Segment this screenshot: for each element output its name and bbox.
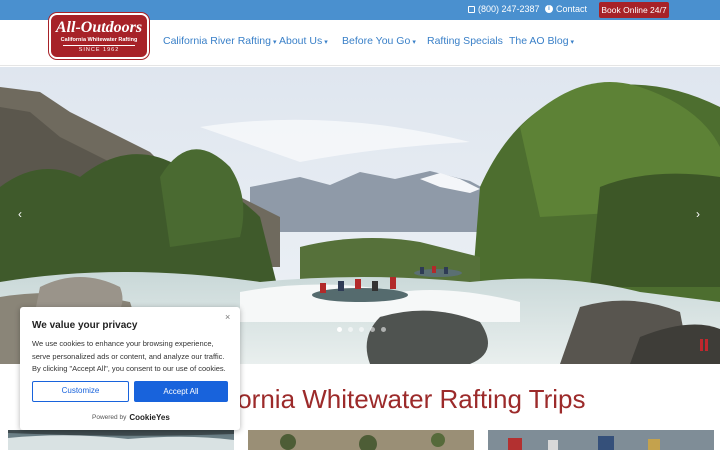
slide-dot[interactable]	[370, 327, 375, 332]
caret-down-icon: ▾	[570, 39, 575, 46]
cookie-consent-banner: × We value your privacy We use cookies t…	[20, 307, 240, 430]
slide-dot[interactable]	[337, 327, 342, 332]
trip-card-image	[8, 430, 234, 450]
phone-number: (800) 247-2387	[478, 4, 540, 14]
nav-item-label: Rafting Specials	[427, 35, 503, 47]
caret-down-icon: ▾	[272, 39, 277, 46]
trip-card-image	[488, 430, 714, 450]
contact-link[interactable]: i Contact	[545, 4, 587, 14]
cookie-description: We use cookies to enhance your browsing …	[32, 339, 226, 373]
phone-link[interactable]: (800) 247-2387	[468, 4, 540, 14]
caret-down-icon: ▾	[324, 39, 328, 46]
slide-dot[interactable]	[359, 327, 364, 332]
accept-all-button[interactable]: Accept All	[134, 381, 228, 402]
trip-card-image	[248, 430, 474, 450]
nav-item-ao-blog[interactable]: The AO Blog ▾	[509, 35, 574, 47]
logo-title: All-Outdoors	[55, 19, 143, 36]
trip-card[interactable]	[248, 430, 474, 450]
nav-item-about-us[interactable]: About Us ▾	[279, 35, 328, 47]
slide-dot[interactable]	[348, 327, 353, 332]
chevron-left-icon[interactable]: ‹	[18, 207, 22, 221]
nav-item-label: The AO Blog	[509, 35, 569, 47]
cookieyes-logo: CookieYes	[129, 413, 170, 422]
page: (800) 247-2387 i Contact Book Online 24/…	[0, 0, 720, 450]
chevron-right-icon[interactable]: ›	[696, 207, 700, 221]
trip-card[interactable]	[488, 430, 714, 450]
trip-card[interactable]	[8, 430, 234, 450]
powered-by[interactable]: Powered by CookieYes	[92, 413, 170, 422]
slide-dot[interactable]	[381, 327, 386, 332]
close-icon[interactable]: ×	[225, 312, 230, 322]
info-icon: i	[545, 5, 553, 13]
book-online-button[interactable]: Book Online 24/7	[599, 2, 669, 18]
nav-item-label: California River Rafting	[163, 35, 271, 47]
powered-by-label: Powered by	[92, 414, 127, 421]
nav-item-label: Before You Go	[342, 35, 411, 47]
nav-item-before-you-go[interactable]: Before You Go ▾	[342, 35, 416, 47]
header: All-Outdoors California Whitewater Rafti…	[0, 13, 720, 66]
contact-label: Contact	[556, 4, 588, 14]
nav-item-rafting-specials[interactable]: Rafting Specials	[427, 35, 503, 47]
main-nav: California River Rafting ▾ About Us ▾ Befo…	[0, 35, 720, 49]
cookie-title: We value your privacy	[32, 320, 138, 331]
slide-indicators	[337, 327, 386, 332]
phone-icon	[468, 5, 475, 13]
nav-item-label: About Us	[279, 35, 323, 47]
nav-item-california-river-rafting[interactable]: California River Rafting ▾	[163, 35, 276, 47]
customize-button[interactable]: Customize	[32, 381, 129, 402]
caret-down-icon: ▾	[412, 39, 416, 46]
section-title: fornia Whitewater Rafting Trips	[230, 384, 586, 414]
pause-icon[interactable]	[700, 339, 712, 351]
